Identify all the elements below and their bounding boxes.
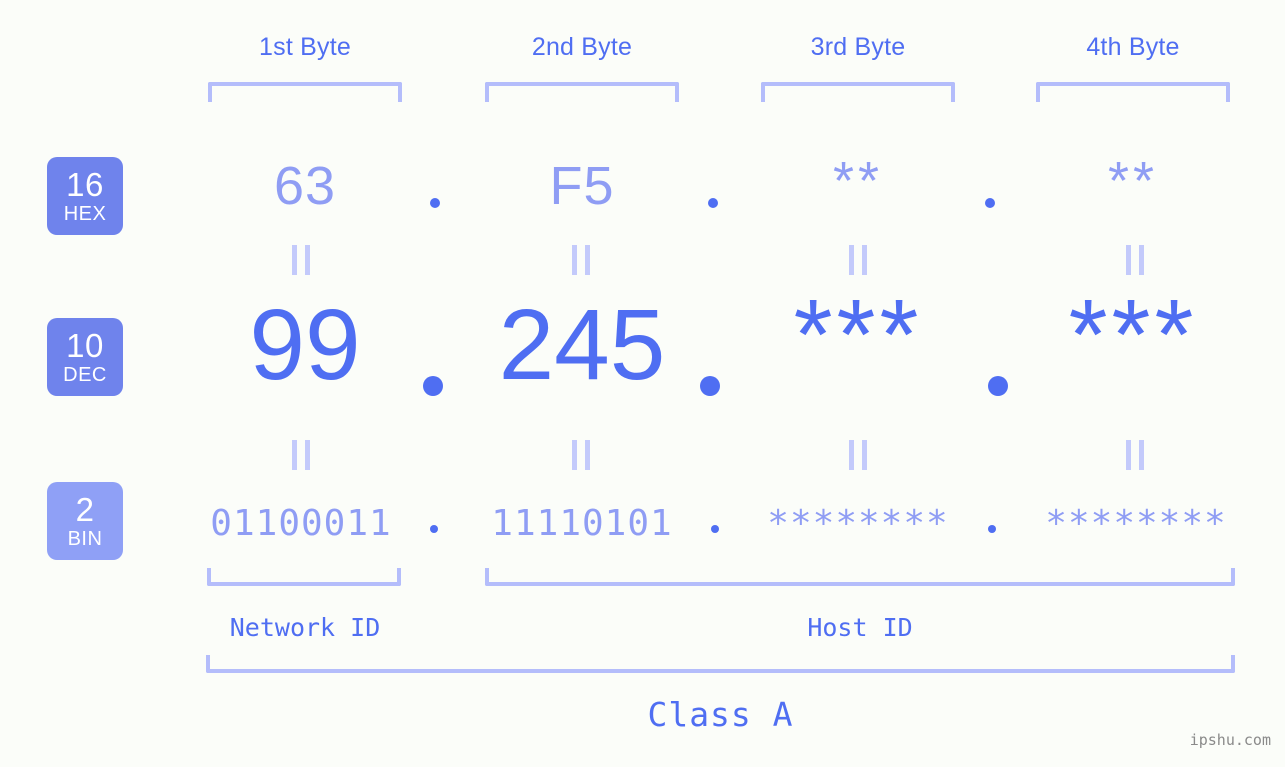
byte-bracket-3 bbox=[761, 82, 955, 102]
base-badge-hex-name: HEX bbox=[63, 203, 107, 225]
dec-separator-1 bbox=[423, 376, 443, 396]
dec-byte-4: *** bbox=[1068, 279, 1198, 391]
hex-byte-1: 63 bbox=[273, 156, 337, 216]
dec-byte-3: *** bbox=[793, 279, 923, 391]
equals-separator-dec-bin-2 bbox=[572, 440, 590, 470]
base-badge-dec-number: 10 bbox=[66, 327, 104, 364]
host-id-label: Host ID bbox=[807, 613, 913, 642]
byte-header-2: 2nd Byte bbox=[531, 33, 633, 61]
hex-separator-1 bbox=[430, 198, 440, 208]
network-id-label: Network ID bbox=[229, 613, 381, 642]
equals-separator-hex-dec-4 bbox=[1126, 245, 1144, 275]
base-badge-bin-name: BIN bbox=[67, 528, 103, 550]
dec-separator-3 bbox=[988, 376, 1008, 396]
base-badge-bin-number: 2 bbox=[75, 491, 95, 528]
equals-separator-hex-dec-1 bbox=[292, 245, 310, 275]
dec-byte-1: 99 bbox=[249, 289, 361, 401]
class-label: Class A bbox=[647, 695, 794, 734]
byte-bracket-4 bbox=[1036, 82, 1230, 102]
byte-header-1: 1st Byte bbox=[259, 33, 351, 61]
equals-separator-dec-bin-4 bbox=[1126, 440, 1144, 470]
byte-bracket-2 bbox=[485, 82, 679, 102]
ip-breakdown-diagram: 1st Byte 2nd Byte 3rd Byte 4th Byte 16 H… bbox=[0, 0, 1285, 767]
dec-separator-2 bbox=[700, 376, 720, 396]
bin-separator-1 bbox=[430, 525, 438, 533]
base-badge-dec-name: DEC bbox=[63, 364, 107, 386]
hex-byte-2: F5 bbox=[549, 156, 615, 216]
dec-byte-2: 245 bbox=[498, 289, 666, 401]
hex-separator-2 bbox=[708, 198, 718, 208]
equals-separator-hex-dec-3 bbox=[849, 245, 867, 275]
bin-byte-4: ******** bbox=[1045, 503, 1227, 544]
base-badge-hex-number: 16 bbox=[66, 166, 104, 203]
bin-byte-3: ******** bbox=[767, 503, 949, 544]
byte-bracket-1 bbox=[208, 82, 402, 102]
hex-separator-3 bbox=[985, 198, 995, 208]
equals-separator-dec-bin-3 bbox=[849, 440, 867, 470]
bin-separator-3 bbox=[988, 525, 996, 533]
base-badge-dec: 10 DEC bbox=[47, 318, 123, 396]
hex-byte-4: ** bbox=[1107, 151, 1159, 211]
bin-byte-2: 11110101 bbox=[491, 503, 673, 544]
bin-byte-1: 01100011 bbox=[210, 503, 392, 544]
byte-header-3: 3rd Byte bbox=[810, 33, 906, 61]
base-badge-bin: 2 BIN bbox=[47, 482, 123, 560]
byte-header-4: 4th Byte bbox=[1086, 33, 1180, 61]
hex-byte-3: ** bbox=[832, 151, 884, 211]
bin-separator-2 bbox=[711, 525, 719, 533]
site-watermark: ipshu.com bbox=[1189, 731, 1271, 749]
base-badge-hex: 16 HEX bbox=[47, 157, 123, 235]
network-id-bracket bbox=[207, 568, 401, 586]
host-id-bracket bbox=[485, 568, 1235, 586]
equals-separator-hex-dec-2 bbox=[572, 245, 590, 275]
class-bracket bbox=[206, 655, 1235, 673]
equals-separator-dec-bin-1 bbox=[292, 440, 310, 470]
